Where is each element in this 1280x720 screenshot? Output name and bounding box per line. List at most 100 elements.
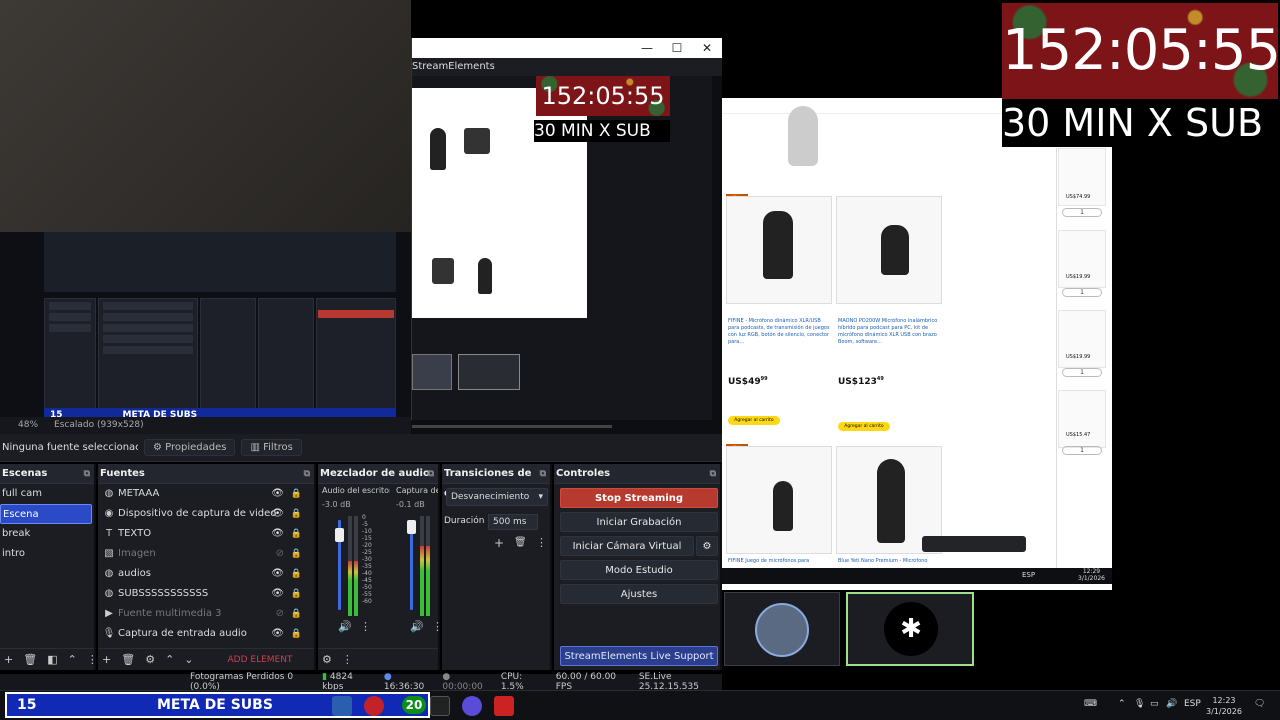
lock-icon[interactable]: 🔒 — [291, 504, 302, 524]
dock-float-icon[interactable]: ⧉ — [540, 464, 546, 484]
source-settings-icon[interactable]: ⚙ — [145, 653, 155, 666]
quantity-stepper[interactable]: 1 — [1062, 288, 1102, 297]
product-image[interactable] — [836, 196, 942, 304]
source-item[interactable]: ▧ Imagen ⊘ 🔒 — [98, 544, 314, 564]
product-title[interactable]: FIFINE - Micrófono dinámico XLR/USB para… — [728, 318, 830, 346]
delete-transition-icon[interactable]: 🗑 — [514, 537, 527, 548]
tray-chevron-icon[interactable]: ⌃ — [1118, 699, 1126, 709]
zoom-level[interactable]: 48% — [18, 417, 38, 434]
taskbar-app-icon[interactable] — [332, 696, 352, 716]
product-image[interactable] — [726, 196, 832, 304]
add-to-cart-button[interactable]: Agregar al carrito — [838, 422, 890, 431]
tray-volume-icon[interactable]: 🔊 — [1166, 699, 1177, 709]
nested-obs-preview — [0, 232, 411, 422]
start-recording-button[interactable]: Iniciar Grabación — [560, 512, 718, 532]
speaker-icon[interactable]: 🔊 — [410, 620, 424, 633]
avatar-cell-1 — [724, 592, 840, 666]
tray-language[interactable]: ESP — [1184, 699, 1201, 709]
taskbar-obs-icon[interactable] — [430, 696, 450, 716]
source-item[interactable]: ◍ SUBSSSSSSSSSSS 👁 🔒 — [98, 584, 314, 604]
taskbar-app-icon[interactable] — [494, 696, 514, 716]
delete-source-icon[interactable]: 🗑 — [121, 653, 135, 666]
scene-item-intro[interactable]: intro — [0, 544, 94, 564]
source-item[interactable]: T TEXTO 👁 🔒 — [98, 524, 314, 544]
add-source-icon[interactable]: + — [102, 653, 111, 666]
product-title[interactable]: FIFINE Juego de micrófonos para — [728, 558, 830, 565]
eye-icon[interactable]: 👁 — [271, 584, 284, 604]
scene-item-escena[interactable]: Escena — [0, 504, 92, 524]
lock-icon[interactable]: 🔒 — [291, 524, 302, 544]
source-item[interactable]: 🎙 Captura de entrada audio 👁 🔒 — [98, 624, 314, 644]
stop-streaming-button[interactable]: Stop Streaming — [560, 488, 718, 508]
source-item[interactable]: ◉ Dispositivo de captura de video 👁 🔒 — [98, 504, 314, 524]
lock-icon[interactable]: 🔒 — [291, 544, 302, 564]
quantity-stepper[interactable]: 1 — [1062, 208, 1102, 217]
source-item[interactable]: ▶ Fuente multimedia 3 ⊘ 🔒 — [98, 604, 314, 624]
quantity-stepper[interactable]: 1 — [1062, 368, 1102, 377]
fader-knob[interactable] — [335, 528, 344, 542]
more-icon[interactable]: ⋮ — [87, 653, 98, 666]
lock-icon[interactable]: 🔒 — [291, 604, 302, 624]
taskbar-app-icon[interactable] — [364, 696, 384, 716]
taskbar-app-icon[interactable] — [462, 696, 482, 716]
dock-float-icon[interactable]: ⧉ — [84, 464, 90, 484]
tray-network-icon[interactable]: ▭ — [1150, 699, 1159, 709]
add-scene-icon[interactable]: + — [4, 653, 13, 666]
globe-icon: ◍ — [104, 488, 114, 499]
settings-button[interactable]: Ajustes — [560, 584, 718, 604]
virtual-camera-button[interactable]: Iniciar Cámara Virtual — [560, 536, 694, 556]
close-icon[interactable]: ✕ — [692, 39, 722, 57]
add-element-button[interactable]: ADD ELEMENT — [228, 655, 293, 665]
add-to-cart-button[interactable]: Agregar al carrito — [728, 416, 780, 425]
source-item[interactable]: ◍ METAAA 👁 🔒 — [98, 484, 314, 504]
eye-icon[interactable]: 👁 — [271, 504, 284, 524]
duration-input[interactable]: 500 ms — [488, 514, 538, 530]
scene-item-full-cam[interactable]: full cam — [0, 484, 94, 504]
studio-mode-button[interactable]: Modo Estudio — [560, 560, 718, 580]
eye-icon[interactable]: 👁 — [271, 524, 284, 544]
product-title[interactable]: MAONO PD200W Micrófono inalámbrico híbri… — [838, 318, 942, 346]
tray-keyboard-icon[interactable]: ⌨ — [1084, 699, 1097, 709]
product-title[interactable]: Blue Yeti Nano Premium - Micrófono — [838, 558, 942, 565]
speaker-icon[interactable]: 🔊 — [338, 620, 352, 633]
mixer-settings-icon[interactable]: ⚙ — [322, 653, 332, 666]
product-image[interactable] — [726, 446, 832, 554]
cart-item[interactable] — [1058, 390, 1106, 448]
move-down-icon[interactable]: ⌄ — [184, 653, 193, 666]
move-up-icon[interactable]: ⌃ — [68, 653, 77, 666]
tray-clock[interactable]: 12:23 3/1/2026 — [1206, 695, 1242, 717]
more-icon[interactable]: ⋮ — [360, 620, 371, 633]
lock-icon[interactable]: 🔒 — [291, 564, 302, 584]
scene-filter-icon[interactable]: ◧ — [47, 653, 57, 666]
delete-scene-icon[interactable]: 🗑 — [23, 653, 37, 666]
properties-button[interactable]: ⚙ Propiedades — [144, 439, 236, 456]
notification-icon[interactable]: 🗨 — [1254, 699, 1265, 709]
lock-icon[interactable]: 🔒 — [291, 624, 302, 644]
eye-off-icon[interactable]: ⊘ — [276, 604, 284, 624]
fader-knob[interactable] — [407, 520, 416, 534]
eye-icon[interactable]: 👁 — [271, 484, 284, 504]
dock-float-icon[interactable]: ⧉ — [428, 464, 434, 484]
maximize-icon[interactable]: ☐ — [662, 39, 692, 57]
lock-icon[interactable]: 🔒 — [291, 484, 302, 504]
eye-off-icon[interactable]: ⊘ — [276, 544, 284, 564]
transition-select[interactable]: Desvanecimiento ▾ — [446, 488, 548, 506]
dock-float-icon[interactable]: ⧉ — [304, 464, 310, 484]
dock-float-icon[interactable]: ⧉ — [710, 464, 716, 484]
support-button[interactable]: StreamElements Live Support — [560, 646, 718, 666]
lock-icon[interactable]: 🔒 — [291, 584, 302, 604]
scene-item-break[interactable]: break — [0, 524, 94, 544]
more-icon[interactable]: ⋮ — [342, 653, 353, 666]
move-up-icon[interactable]: ⌃ — [165, 653, 174, 666]
preview-scroll[interactable] — [412, 425, 612, 428]
more-icon[interactable]: ⋮ — [536, 536, 547, 549]
quantity-stepper[interactable]: 1 — [1062, 446, 1102, 455]
add-transition-icon[interactable]: + — [494, 536, 504, 550]
eye-icon[interactable]: 👁 — [271, 624, 284, 644]
tray-mic-icon[interactable]: 🎙 — [1134, 699, 1145, 709]
minimize-icon[interactable]: — — [632, 39, 662, 57]
filters-button[interactable]: ▥ Filtros — [241, 439, 302, 456]
source-item[interactable]: ◍ audios 👁 🔒 — [98, 564, 314, 584]
virtual-camera-settings-button[interactable]: ⚙ — [696, 536, 718, 556]
eye-icon[interactable]: 👁 — [271, 564, 284, 584]
